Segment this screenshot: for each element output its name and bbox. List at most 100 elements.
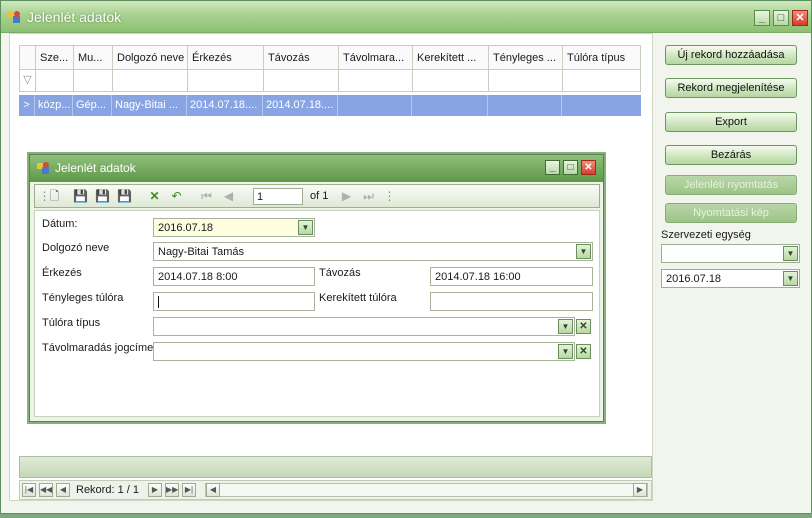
records-grid: Sze... Mu... Dolgozó neve Érkezés Távozá…	[19, 45, 643, 116]
departure-field[interactable]: 2014.07.18 16:00	[430, 267, 593, 286]
absence-reason-select[interactable]: ▼	[153, 342, 575, 361]
undo-icon[interactable]: ↶	[169, 189, 184, 204]
dialog-toolbar: ⋮ 🗋 💾 💾 💾 ✕ ↶ ⏮ ◀ 1 of 1 ▶ ⏭ ⋮	[34, 184, 600, 208]
filter-icon[interactable]: ▽	[20, 70, 36, 91]
clear-icon[interactable]: ✕	[576, 344, 591, 359]
scroll-left-button[interactable]: ◀	[206, 483, 220, 497]
column-header[interactable]: Tényleges ...	[489, 46, 563, 69]
column-header[interactable]: Mu...	[74, 46, 113, 69]
column-header[interactable]: Távolmara...	[339, 46, 413, 69]
attendance-dialog: Jelenlét adatok _ □ ✕ ⋮ 🗋 💾 💾 💾 ✕ ↶ ⏮ ◀ …	[29, 154, 604, 422]
new-icon[interactable]: 🗋	[47, 189, 62, 204]
arrival-field[interactable]: 2014.07.18 8:00	[153, 267, 315, 286]
column-header[interactable]: Dolgozó neve	[113, 46, 188, 69]
table-cell[interactable]: Gép...	[73, 95, 112, 116]
filter-cell[interactable]	[36, 70, 74, 91]
chevron-down-icon[interactable]: ▼	[783, 246, 798, 261]
filter-cell[interactable]	[413, 70, 489, 91]
table-cell[interactable]: 2014.07.18....	[263, 95, 338, 116]
next-icon[interactable]: ▶	[339, 189, 354, 204]
column-header[interactable]: Sze...	[36, 46, 74, 69]
status-bar	[19, 456, 652, 478]
close-form-button[interactable]: Bezárás	[665, 145, 797, 165]
app-icon	[37, 162, 49, 174]
column-header[interactable]: Túlóra típus	[563, 46, 638, 69]
table-cell[interactable]	[338, 95, 412, 116]
record-navigator: |◀ ◀◀ ◀ Rekord: 1 / 1 ▶ ▶▶ ▶| ◀ ▶	[19, 480, 652, 500]
horizontal-scrollbar[interactable]: ◀ ▶	[205, 483, 648, 497]
first-record-button[interactable]: |◀	[22, 483, 36, 497]
datum-value: 2016.07.18	[158, 222, 214, 234]
rounded-overtime-field[interactable]	[430, 292, 593, 311]
prev-icon[interactable]: ◀	[221, 189, 236, 204]
table-cell[interactable]: Nagy-Bitai ...	[112, 95, 187, 116]
employee-value: Nagy-Bitai Tamás	[158, 246, 244, 258]
minimize-button[interactable]: _	[754, 10, 770, 26]
save-new-icon[interactable]: 💾	[73, 189, 88, 204]
show-record-button[interactable]: Rekord megjelenítése	[665, 78, 797, 98]
overtime-type-select[interactable]: ▼	[153, 317, 575, 336]
chevron-down-icon[interactable]: ▼	[783, 271, 798, 286]
text-cursor	[158, 296, 159, 308]
prev-page-button[interactable]: ◀◀	[39, 483, 53, 497]
table-row[interactable]: > közp... Gép... Nagy-Bitai ... 2014.07.…	[19, 95, 641, 116]
table-cell[interactable]: közp...	[35, 95, 73, 116]
filter-cell[interactable]	[489, 70, 563, 91]
scroll-right-button[interactable]: ▶	[633, 483, 647, 497]
filter-row[interactable]: ▽	[19, 70, 641, 92]
chevron-down-icon[interactable]: ▼	[558, 319, 573, 334]
dialog-minimize-button[interactable]: _	[545, 160, 560, 175]
delete-icon[interactable]: ✕	[147, 189, 162, 204]
date-select[interactable]: 2016.07.18 ▼	[661, 269, 800, 288]
column-header[interactable]: Kerekített ...	[413, 46, 489, 69]
maximize-button[interactable]: □	[773, 10, 789, 26]
dialog-maximize-button[interactable]: □	[563, 160, 578, 175]
page-input[interactable]: 1	[253, 188, 303, 205]
close-button[interactable]: ✕	[792, 10, 808, 26]
table-cell[interactable]: 2014.07.18....	[187, 95, 263, 116]
filter-cell[interactable]	[74, 70, 113, 91]
table-cell[interactable]	[488, 95, 562, 116]
filter-cell[interactable]	[563, 70, 638, 91]
print-preview-button[interactable]: Nyomtatási kép	[665, 203, 797, 223]
tavolmaradas-label: Távolmaradás jogcíme	[42, 342, 154, 354]
grid-header: Sze... Mu... Dolgozó neve Érkezés Távozá…	[19, 45, 641, 70]
employee-select[interactable]: Nagy-Bitai Tamás ▼	[153, 242, 593, 261]
filter-cell[interactable]	[339, 70, 413, 91]
chevron-down-icon[interactable]: ▼	[558, 344, 573, 359]
filter-cell[interactable]	[113, 70, 188, 91]
export-button[interactable]: Export	[665, 112, 797, 132]
chevron-down-icon[interactable]: ▼	[576, 244, 591, 259]
next-record-button[interactable]: ▶	[148, 483, 162, 497]
window-title: Jelenlét adatok	[27, 9, 122, 25]
next-page-button[interactable]: ▶▶	[165, 483, 179, 497]
datum-field[interactable]: 2016.07.18 ▼	[153, 218, 315, 237]
table-cell[interactable]	[412, 95, 488, 116]
prev-record-button[interactable]: ◀	[56, 483, 70, 497]
title-bar: Jelenlét adatok _ □ ✕	[1, 1, 811, 33]
tulora-tipus-label: Túlóra típus	[42, 317, 101, 329]
last-record-button[interactable]: ▶|	[182, 483, 196, 497]
dialog-close-button[interactable]: ✕	[581, 160, 596, 175]
clear-icon[interactable]: ✕	[576, 319, 591, 334]
chevron-down-icon[interactable]: ▼	[298, 220, 313, 235]
erkezes-label: Érkezés	[42, 267, 82, 279]
filter-cell[interactable]	[188, 70, 264, 91]
dialog-title: Jelenlét adatok	[55, 161, 136, 175]
org-unit-select[interactable]: ▼	[661, 244, 800, 263]
filter-cell[interactable]	[264, 70, 339, 91]
tavozas-label: Távozás	[319, 267, 361, 279]
table-cell[interactable]	[562, 95, 637, 116]
actual-overtime-field[interactable]	[153, 292, 315, 311]
kerekitett-label: Kerekített túlóra	[319, 292, 397, 304]
column-header[interactable]: Érkezés	[188, 46, 264, 69]
row-indicator-icon: >	[19, 95, 35, 116]
save-close-icon[interactable]: 💾	[117, 189, 132, 204]
last-icon[interactable]: ⏭	[361, 189, 376, 204]
first-icon[interactable]: ⏮	[199, 189, 214, 204]
column-header[interactable]: Távozás	[264, 46, 339, 69]
save-icon[interactable]: 💾	[95, 189, 110, 204]
app-icon	[8, 11, 20, 23]
print-attendance-button[interactable]: Jelenléti nyomtatás	[665, 175, 797, 195]
new-record-button[interactable]: Új rekord hozzáadása	[665, 45, 797, 65]
